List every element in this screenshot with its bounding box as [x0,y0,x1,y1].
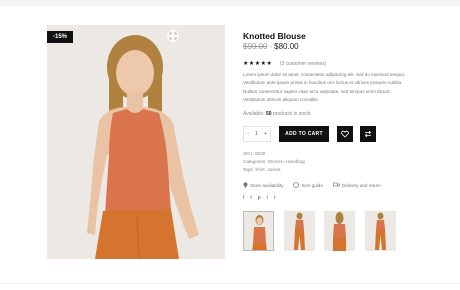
new-price: $80.00 [274,42,299,51]
model-illustration [47,25,225,259]
qty-value[interactable]: 1 [255,131,258,137]
thumbnail-image [324,211,355,251]
thumbnail-1[interactable] [243,211,274,251]
thumbnail-image [284,211,315,251]
info-icon [293,182,300,188]
bottom-divider [0,283,460,284]
social-share: f t p i r [243,195,275,201]
thumbnail-image [365,211,396,251]
size-guide-label: Size guide [301,182,323,188]
thumbnail-3[interactable] [324,211,355,251]
store-availability-label: Store availability [250,182,284,188]
thumbnail-4[interactable] [365,211,396,251]
price-separator: - [269,42,273,51]
sale-badge: -15% [47,31,73,43]
rating: ★★★★★ (3 customer reviews) [243,60,326,67]
product-description: Lorem ipsum dolor sit amet, consectetur … [243,72,406,103]
twitter-icon[interactable]: t [250,195,251,201]
compare-button[interactable] [360,126,376,142]
heart-icon [341,130,349,138]
qty-minus-button[interactable]: - [247,131,249,137]
store-availability-link[interactable]: Store availability [243,182,283,188]
thumbnail-image [244,212,273,250]
product-main-image[interactable]: -15% [47,25,225,259]
location-pin-icon [243,182,248,188]
tags: Tags: Shirt, Jacket [243,167,281,172]
delivery-return-link[interactable]: Delivery and return [332,182,381,188]
product-links: Store availability Size guide Delivery a… [243,182,381,188]
truck-icon [332,182,340,187]
old-price: $90.00 [243,42,268,51]
rss-icon[interactable]: r [274,195,276,201]
sku: SKU: 0038 [243,151,266,156]
categories: Categories: Women, Handbag [243,159,305,164]
stock-suffix: products in stock [272,111,311,117]
star-rating-icon: ★★★★★ [243,61,273,67]
top-divider [0,0,460,6]
price: $90.00- $80.00 [243,42,299,51]
product-title: Knotted Blouse [243,31,306,41]
zoom-button[interactable] [167,30,179,42]
instagram-icon[interactable]: i [267,195,268,201]
wishlist-button[interactable] [337,126,353,142]
add-to-cart-button[interactable]: ADD TO CART [279,126,329,142]
pinterest-icon[interactable]: p [258,195,261,201]
stock-status: Available: 50 products in stock [243,111,310,117]
delivery-return-label: Delivery and return [341,182,381,188]
thumbnail-2[interactable] [284,211,315,251]
size-guide-link[interactable]: Size guide [293,182,323,188]
facebook-icon[interactable]: f [243,195,244,201]
expand-icon [169,32,177,40]
quantity-stepper[interactable]: - 1 + [243,126,271,142]
qty-plus-button[interactable]: + [264,131,267,137]
reviews-link[interactable]: (3 customer reviews) [280,61,326,67]
stock-prefix: Available: [243,111,265,117]
compare-icon [364,130,372,138]
stock-count: 50 [265,111,272,117]
